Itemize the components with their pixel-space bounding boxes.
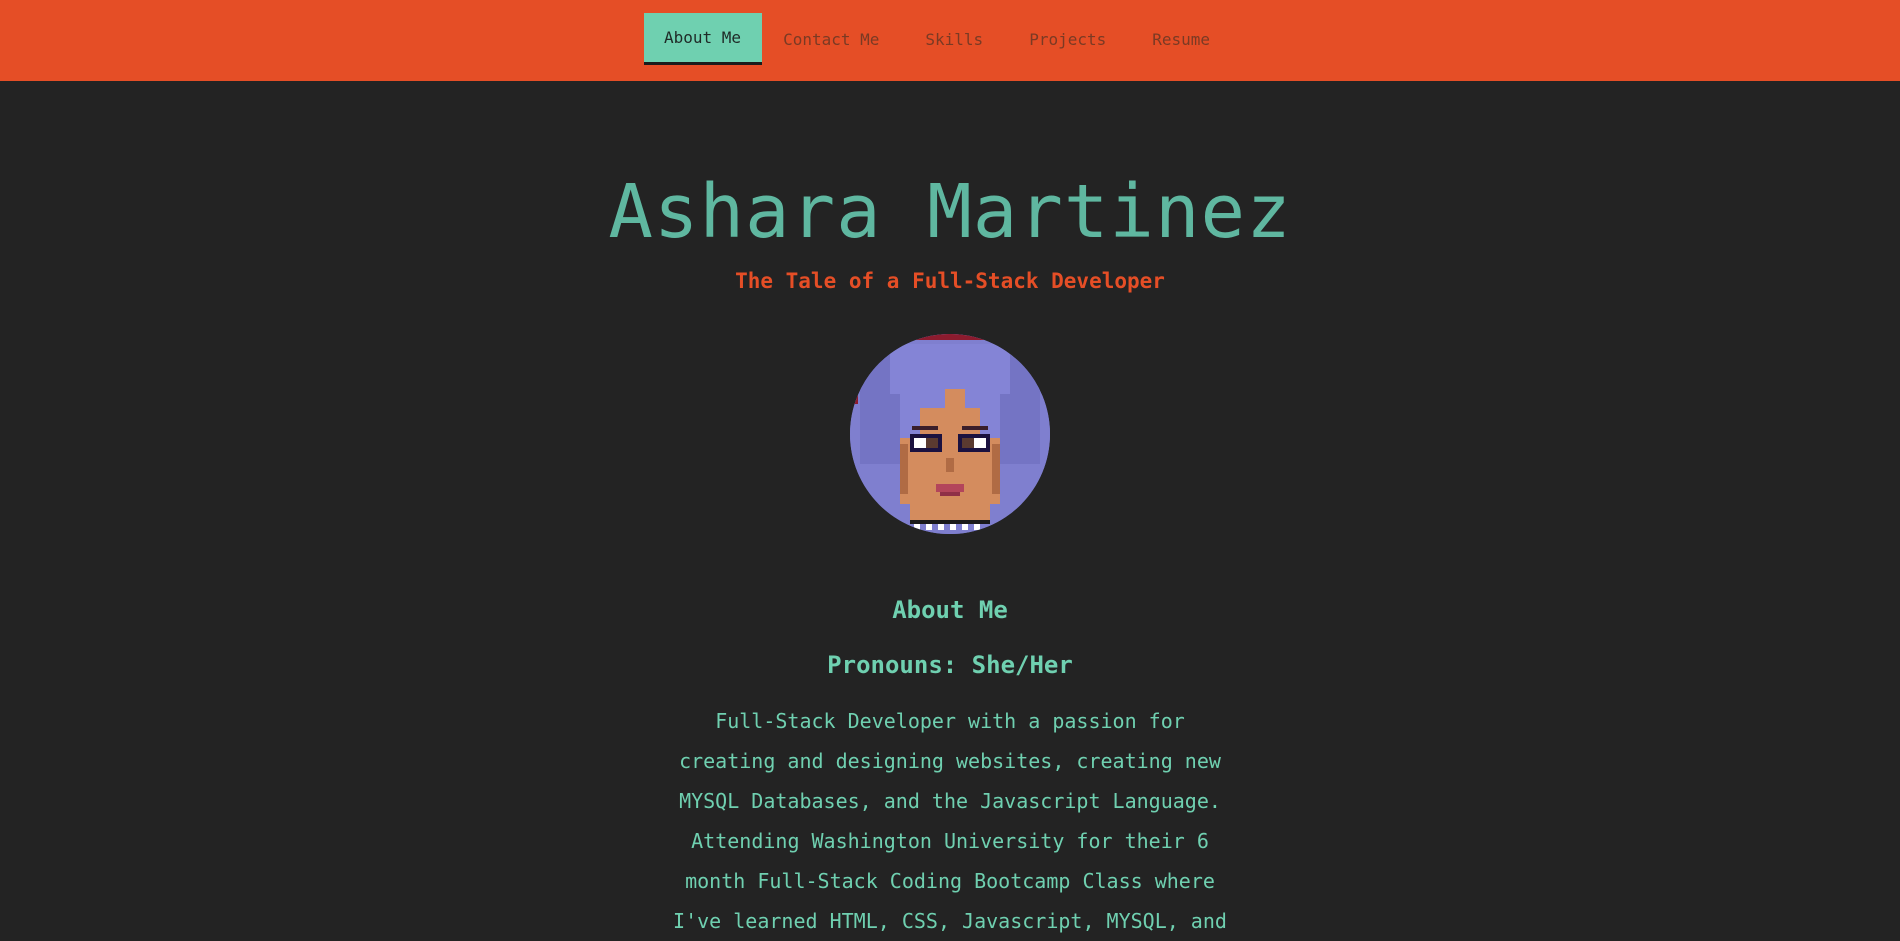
tab-contact-me[interactable]: Contact Me [762, 13, 904, 65]
page-title: Ashara Martinez [608, 169, 1292, 255]
main-content: Ashara Martinez The Tale of a Full-Stack… [0, 81, 1900, 933]
pixel-art-portrait-icon [850, 334, 1050, 534]
nav-tabs: About Me Contact Me Skills Projects Resu… [644, 13, 1235, 65]
about-me-heading: About Me [892, 596, 1008, 624]
top-navbar: About Me Contact Me Skills Projects Resu… [0, 0, 1900, 81]
tab-resume[interactable]: Resume [1131, 13, 1235, 65]
pronouns-heading: Pronouns: She/Her [827, 651, 1073, 679]
tab-skills[interactable]: Skills [904, 13, 1008, 65]
tab-projects[interactable]: Projects [1008, 13, 1131, 65]
bio-paragraph: Full-Stack Developer with a passion for … [673, 709, 1227, 933]
avatar [850, 334, 1050, 534]
tagline: The Tale of a Full-Stack Developer [735, 269, 1165, 293]
tab-about-me[interactable]: About Me [644, 13, 763, 65]
